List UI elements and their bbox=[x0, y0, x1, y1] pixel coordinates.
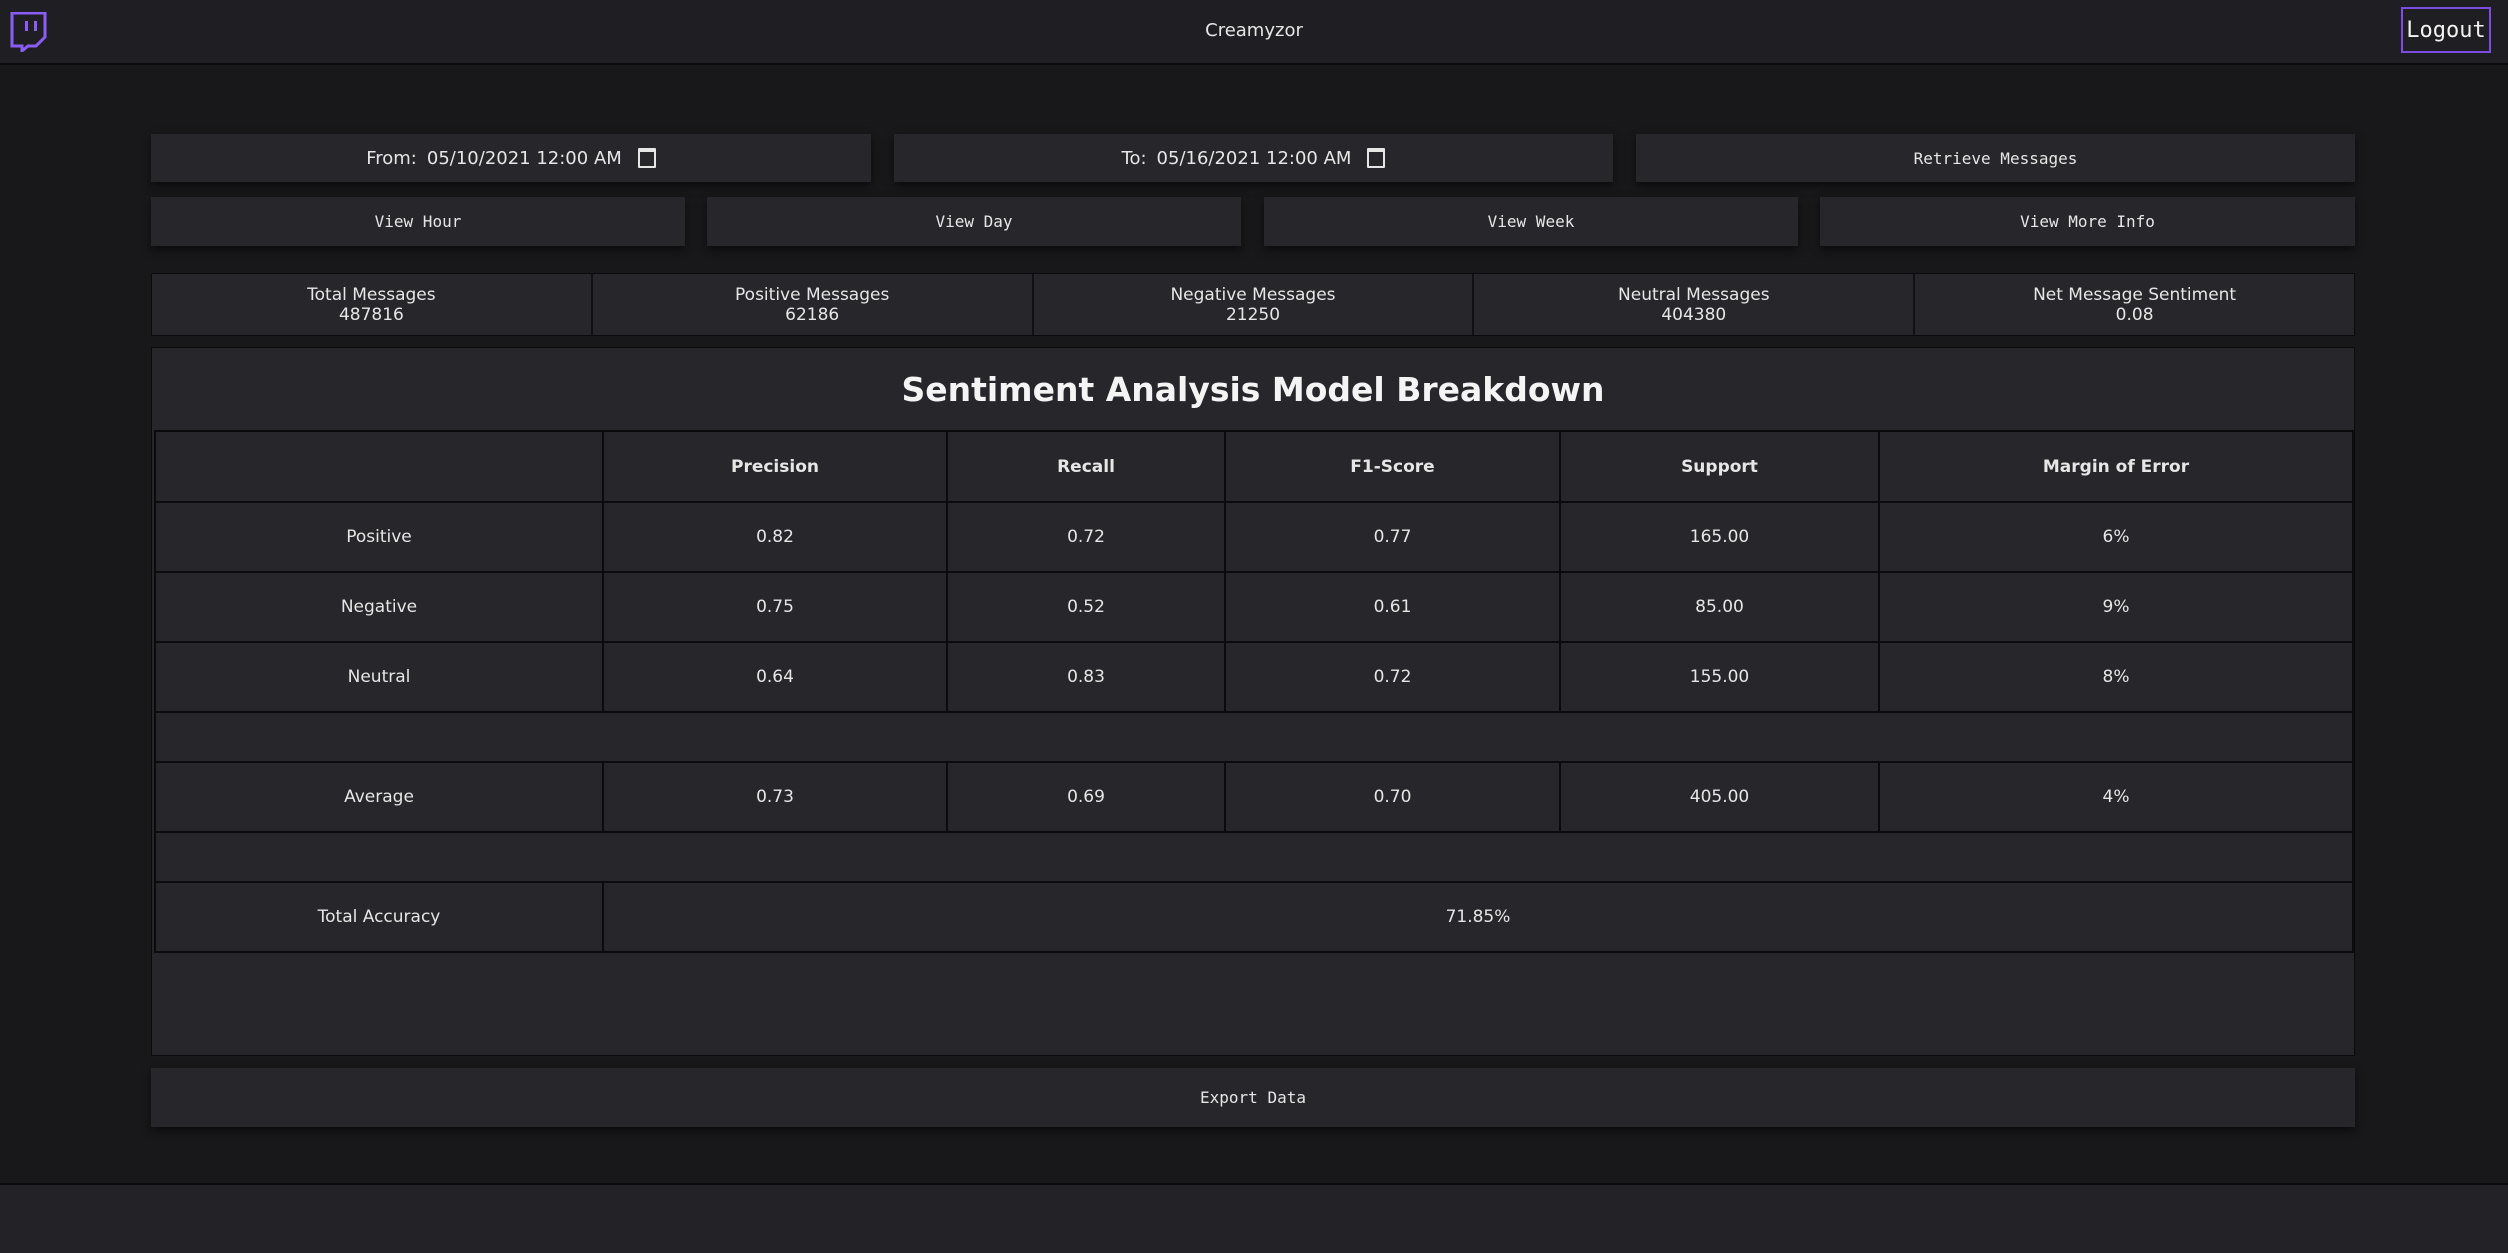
breakdown-table: Precision Recall F1-Score Support Margin… bbox=[154, 430, 2354, 953]
row-label: Positive bbox=[154, 501, 604, 573]
stat-label: Total Messages bbox=[307, 284, 436, 305]
message-stats: Total Messages 487816 Positive Messages … bbox=[151, 273, 2355, 336]
table-cell: 0.75 bbox=[602, 571, 948, 643]
stat-total-messages: Total Messages 487816 bbox=[152, 274, 593, 335]
column-header: Support bbox=[1559, 430, 1880, 503]
table-cell: 0.72 bbox=[1224, 641, 1561, 713]
table-cell: 165.00 bbox=[1559, 501, 1880, 573]
table-row: Negative 0.75 0.52 0.61 85.00 9% bbox=[154, 571, 2354, 643]
table-cell: 405.00 bbox=[1559, 761, 1880, 833]
view-day-button[interactable]: View Day bbox=[707, 197, 1241, 246]
table-cell: 0.70 bbox=[1224, 761, 1561, 833]
stat-net-sentiment: Net Message Sentiment 0.08 bbox=[1915, 274, 2354, 335]
retrieve-messages-button[interactable]: Retrieve Messages bbox=[1636, 134, 2355, 182]
stat-label: Negative Messages bbox=[1170, 284, 1336, 305]
username-label: Creamyzor bbox=[1205, 20, 1303, 41]
footer bbox=[0, 1183, 2508, 1253]
stat-neutral-messages: Neutral Messages 404380 bbox=[1474, 274, 1916, 335]
stat-label: Net Message Sentiment bbox=[2033, 284, 2237, 305]
table-cell: 0.82 bbox=[602, 501, 948, 573]
stat-value: 404380 bbox=[1661, 304, 1727, 325]
column-header: Precision bbox=[602, 430, 948, 503]
stat-positive-messages: Positive Messages 62186 bbox=[593, 274, 1034, 335]
table-cell: 8% bbox=[1878, 641, 2354, 713]
stat-value: 487816 bbox=[338, 304, 404, 325]
column-header bbox=[154, 430, 604, 503]
table-cell: 0.83 bbox=[946, 641, 1226, 713]
from-label: From: bbox=[366, 147, 417, 169]
stat-value: 62186 bbox=[785, 304, 840, 325]
table-cell: 9% bbox=[1878, 571, 2354, 643]
to-date-value[interactable]: 05/16/2021 12:00 AM bbox=[1157, 148, 1352, 169]
logout-button[interactable]: Logout bbox=[2401, 7, 2491, 53]
column-header: F1-Score bbox=[1224, 430, 1561, 503]
spacer-row bbox=[154, 831, 2354, 883]
to-date-picker[interactable]: To: 05/16/2021 12:00 AM bbox=[894, 134, 1613, 182]
total-accuracy-value: 71.85% bbox=[602, 881, 2354, 953]
table-cell: 155.00 bbox=[1559, 641, 1880, 713]
table-cell: 85.00 bbox=[1559, 571, 1880, 643]
row-label: Total Accuracy bbox=[154, 881, 604, 953]
export-data-button[interactable]: Export Data bbox=[151, 1068, 2355, 1127]
stat-label: Positive Messages bbox=[735, 284, 890, 305]
row-label: Neutral bbox=[154, 641, 604, 713]
table-cell: 0.69 bbox=[946, 761, 1226, 833]
table-cell: 0.52 bbox=[946, 571, 1226, 643]
from-date-picker[interactable]: From: 05/10/2021 12:00 AM bbox=[151, 134, 871, 182]
table-row-average: Average 0.73 0.69 0.70 405.00 4% bbox=[154, 761, 2354, 833]
spacer-row bbox=[154, 711, 2354, 763]
view-more-info-button[interactable]: View More Info bbox=[1820, 197, 2355, 246]
row-label: Negative bbox=[154, 571, 604, 643]
column-header: Margin of Error bbox=[1878, 430, 2354, 503]
table-cell: 4% bbox=[1878, 761, 2354, 833]
table-row: Neutral 0.64 0.83 0.72 155.00 8% bbox=[154, 641, 2354, 713]
stat-value: 21250 bbox=[1225, 304, 1281, 325]
row-label: Average bbox=[154, 761, 604, 833]
table-cell: 0.77 bbox=[1224, 501, 1561, 573]
table-cell: 0.64 bbox=[602, 641, 948, 713]
stat-label: Neutral Messages bbox=[1618, 284, 1770, 305]
calendar-icon[interactable] bbox=[637, 148, 656, 168]
table-cell: 0.72 bbox=[946, 501, 1226, 573]
table-cell: 0.61 bbox=[1224, 571, 1561, 643]
view-week-button[interactable]: View Week bbox=[1264, 197, 1798, 246]
calendar-icon[interactable] bbox=[1367, 148, 1386, 168]
column-header: Recall bbox=[946, 430, 1226, 503]
table-row-total-accuracy: Total Accuracy 71.85% bbox=[154, 881, 2354, 953]
stat-value: 0.08 bbox=[2115, 304, 2154, 325]
stat-negative-messages: Negative Messages 21250 bbox=[1034, 274, 1475, 335]
top-bar: Creamyzor Logout bbox=[0, 0, 2508, 65]
model-breakdown-panel: Sentiment Analysis Model Breakdown Preci… bbox=[151, 347, 2355, 1056]
panel-title: Sentiment Analysis Model Breakdown bbox=[901, 369, 1605, 409]
table-row: Positive 0.82 0.72 0.77 165.00 6% bbox=[154, 501, 2354, 573]
table-cell: 6% bbox=[1878, 501, 2354, 573]
view-hour-button[interactable]: View Hour bbox=[151, 197, 685, 246]
table-cell: 0.73 bbox=[602, 761, 948, 833]
to-label: To: bbox=[1121, 147, 1147, 169]
from-date-value[interactable]: 05/10/2021 12:00 AM bbox=[427, 148, 622, 169]
table-header-row: Precision Recall F1-Score Support Margin… bbox=[154, 430, 2354, 503]
